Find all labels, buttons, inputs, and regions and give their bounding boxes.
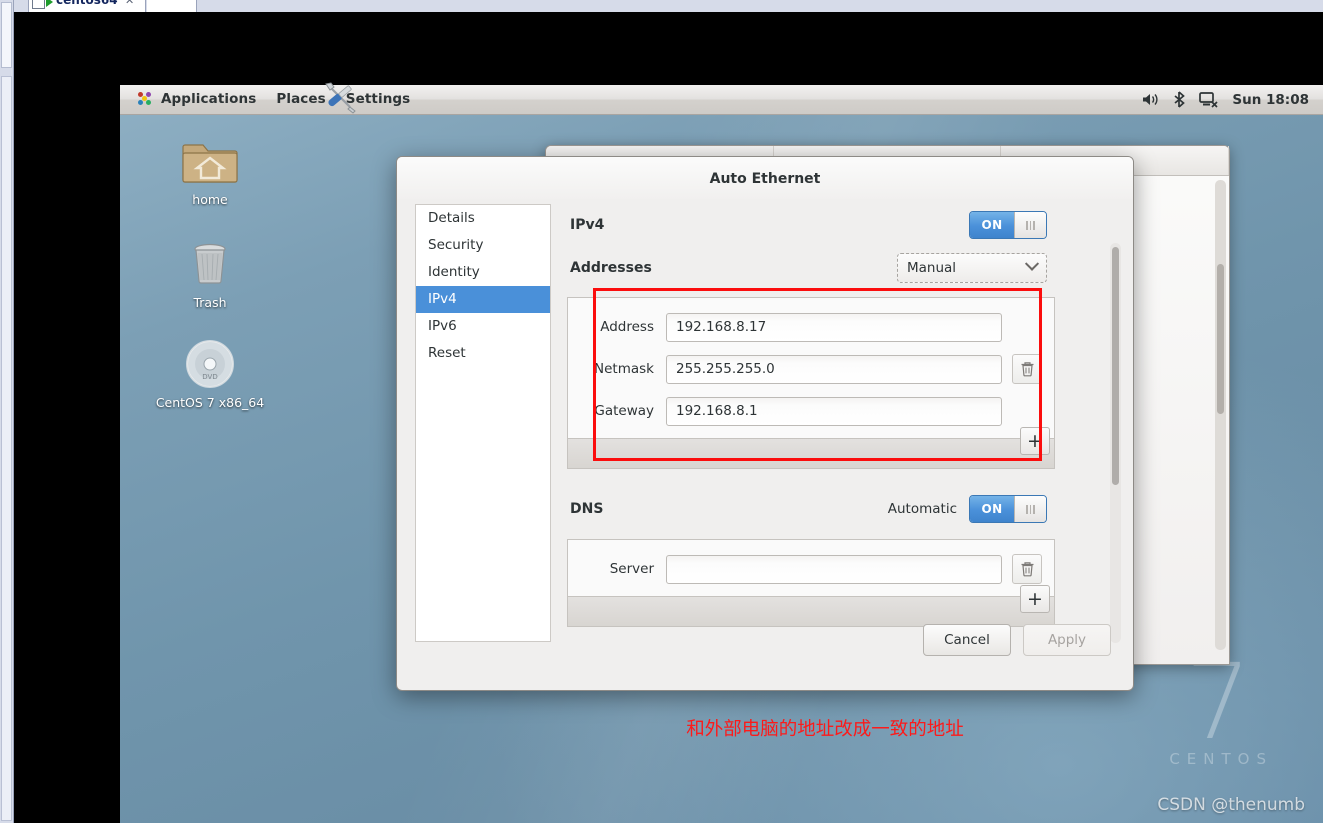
vm-host-panel-top [1, 2, 12, 68]
scrollbar-thumb[interactable] [1217, 264, 1224, 414]
applications-grid-icon [138, 92, 153, 107]
chevron-down-icon [1024, 256, 1040, 271]
addresses-header-row: Addresses Manual [567, 253, 1055, 283]
dns-toggle-state: ON [970, 496, 1014, 522]
dns-header-row: DNS Automatic ON [567, 495, 1055, 523]
apply-button: Apply [1023, 624, 1111, 656]
trash-icon [1021, 562, 1033, 577]
panel-scrollbar[interactable] [1110, 243, 1121, 643]
menu-settings[interactable]: Settings [324, 82, 421, 114]
cancel-button[interactable]: Cancel [923, 624, 1011, 656]
gateway-label: Gateway [594, 403, 654, 419]
vm-host-tabbar-fill [147, 0, 197, 12]
netmask-row: Netmask 255.255.255.0 [580, 354, 1042, 384]
menu-applications[interactable]: Applications [128, 85, 266, 114]
dns-servers-list: Server + [567, 539, 1055, 627]
addresses-list: Address 192.168.8.17 Netmask 255.255.255… [567, 297, 1055, 469]
desktop-icon-trash-label: Trash [193, 295, 227, 310]
addresses-list-inner: Address 192.168.8.17 Netmask 255.255.255… [568, 298, 1054, 438]
dns-list-footer: + [568, 585, 1054, 626]
ipv4-toggle[interactable]: ON [969, 211, 1047, 239]
desktop-icon-centos-dvd-label: CentOS 7 x86_64 [155, 395, 265, 410]
centos-brand-number: 7 [1185, 640, 1252, 763]
address-method-select[interactable]: Manual [897, 253, 1047, 283]
address-label: Address [600, 319, 654, 335]
gateway-input[interactable]: 192.168.8.1 [666, 396, 1002, 426]
sidebar-item-ipv6[interactable]: IPv6 [416, 313, 550, 340]
dns-section-label: DNS [570, 501, 604, 517]
delete-dns-server-button[interactable] [1012, 554, 1042, 584]
screen-root: centos64 ✕ Applications Places Settings … [0, 0, 1323, 823]
address-input[interactable]: 192.168.8.17 [666, 312, 1002, 342]
desktop-icon-centos-dvd[interactable]: DVD CentOS 7 x86_64 [150, 333, 270, 410]
sidebar-item-identity[interactable]: Identity [416, 259, 550, 286]
vm-host-left-strip [0, 0, 14, 823]
sidebar-item-ipv4[interactable]: IPv4 [416, 286, 550, 313]
svg-text:DVD: DVD [202, 373, 217, 381]
netmask-label: Netmask [594, 361, 654, 377]
bluetooth-icon[interactable] [1173, 91, 1186, 108]
settings-tools-icon [324, 82, 356, 114]
vm-running-icon [46, 0, 53, 7]
scrollbar-thumb[interactable] [1112, 247, 1119, 485]
dvd-disc-icon: DVD [150, 333, 270, 389]
toggle-knob [1014, 496, 1046, 522]
dialog-body: Details Security Identity IPv4 IPv6 Rese… [397, 199, 1133, 690]
dns-server-label: Server [609, 561, 654, 577]
gateway-row: Gateway 192.168.8.1 [580, 396, 1042, 426]
sidebar-item-details[interactable]: Details [416, 205, 550, 232]
menu-applications-label: Applications [161, 91, 257, 107]
watermark: CSDN @thenumb [1157, 795, 1305, 815]
home-folder-icon [150, 130, 270, 186]
dialog-actions: Cancel Apply [923, 624, 1111, 656]
volume-icon[interactable] [1142, 92, 1159, 107]
top-panel-left: Applications Places Settings [120, 82, 421, 114]
sidebar-item-security[interactable]: Security [416, 232, 550, 259]
netmask-input[interactable]: 255.255.255.0 [666, 354, 1002, 384]
address-row: Address 192.168.8.17 [580, 312, 1042, 342]
vm-host-tabbar: centos64 ✕ [14, 0, 1323, 12]
ipv4-header-row: IPv4 ON [567, 211, 1055, 239]
dns-automatic-label: Automatic [887, 501, 957, 517]
vm-icon [32, 0, 45, 9]
trash-icon [1021, 362, 1033, 377]
toggle-knob [1014, 212, 1046, 238]
desktop-icon-home[interactable]: home [150, 130, 270, 207]
clock[interactable]: Sun 18:08 [1232, 92, 1309, 108]
auto-ethernet-dialog[interactable]: Auto Ethernet Details Security Identity … [396, 156, 1134, 691]
dialog-sidebar[interactable]: Details Security Identity IPv4 IPv6 Rese… [415, 204, 551, 642]
desktop-icon-trash[interactable]: Trash [150, 233, 270, 310]
settings-window-scrollbar[interactable] [1215, 180, 1226, 650]
addresses-label: Addresses [570, 260, 652, 276]
dialog-title: Auto Ethernet [397, 157, 1133, 199]
centos-brand: 7 CENTOS [1163, 640, 1273, 768]
centos-brand-word: CENTOS [1169, 750, 1273, 768]
dns-server-input[interactable] [666, 554, 1002, 584]
sidebar-item-reset[interactable]: Reset [416, 340, 550, 367]
top-panel-right: Sun 18:08 [1142, 91, 1323, 108]
network-disconnected-icon[interactable] [1199, 91, 1218, 108]
delete-address-button[interactable] [1012, 354, 1042, 384]
close-icon[interactable]: ✕ [125, 0, 134, 7]
add-dns-server-button[interactable]: + [1020, 585, 1050, 613]
dns-automatic-group: Automatic ON [888, 495, 1047, 523]
ipv4-panel: IPv4 ON Addresses Manual Address 192.168… [567, 199, 1092, 644]
vm-tab-label: centos64 [56, 0, 118, 7]
dns-automatic-toggle[interactable]: ON [969, 495, 1047, 523]
vm-tab-centos64[interactable]: centos64 ✕ [28, 0, 146, 12]
ipv4-section-label: IPv4 [570, 217, 605, 233]
annotation-text: 和外部电脑的地址改成一致的地址 [686, 719, 964, 740]
trash-can-icon [150, 233, 270, 289]
ipv4-toggle-state: ON [970, 212, 1014, 238]
dns-list-inner: Server [568, 540, 1054, 596]
desktop-icon-home-label: home [192, 192, 228, 207]
add-address-button[interactable]: + [1020, 427, 1050, 455]
gnome-top-panel: Applications Places Settings Sun 18:08 [120, 82, 1323, 115]
address-method-value: Manual [907, 260, 957, 276]
vm-host-panel-bottom [1, 76, 12, 821]
dns-server-row: Server [580, 554, 1042, 584]
addresses-list-footer: + [568, 427, 1054, 468]
